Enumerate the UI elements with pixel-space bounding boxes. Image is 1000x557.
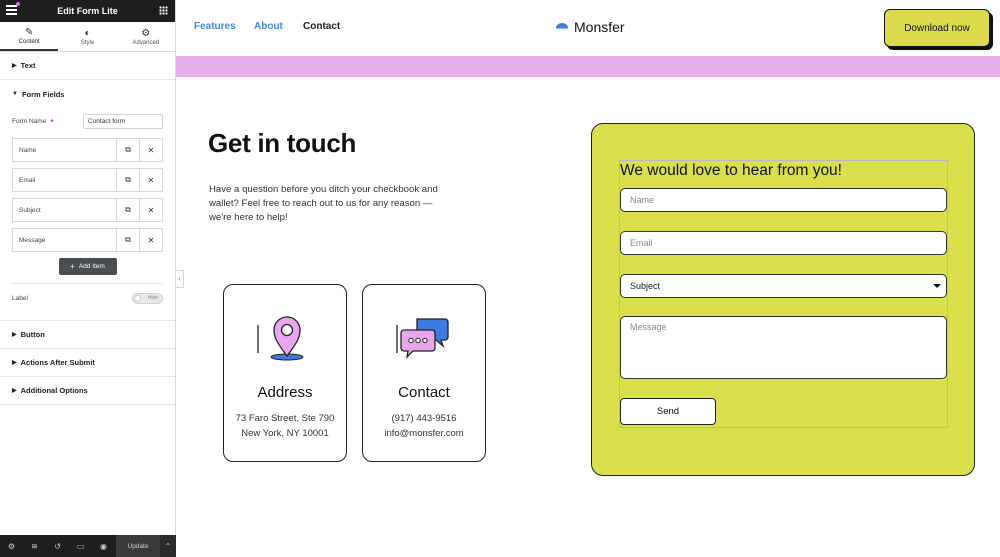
nav-link-about[interactable]: About <box>254 21 283 32</box>
collapse-panel-handle[interactable]: ‹ <box>176 270 184 288</box>
section-additional-options[interactable]: ▶ Additional Options <box>0 377 175 405</box>
form-name-row: Form Name ✦ Contact form <box>0 108 175 134</box>
chat-bubbles-icon <box>396 318 449 359</box>
section-additional-label: Additional Options <box>20 386 88 395</box>
page-title: Get in touch <box>208 128 357 158</box>
close-icon[interactable]: ✕ <box>139 139 162 161</box>
label-row: Label Hide <box>0 284 175 312</box>
site-navbar: Features About Contact Monsfer Download … <box>176 0 1000 56</box>
contrast-icon: ◐ <box>84 27 91 39</box>
editor-header: Edit Form Lite <box>0 0 175 22</box>
field-item-label: Subject <box>19 206 41 214</box>
section-form-fields[interactable]: ▼ Form Fields <box>0 80 175 108</box>
duplicate-icon[interactable]: ⧉ <box>116 199 139 221</box>
send-button[interactable]: Send <box>620 398 716 425</box>
tab-content-label: Content <box>18 38 40 45</box>
ai-sparkle-icon[interactable]: ✦ <box>49 118 54 125</box>
editor-panel: Edit Form Lite ✎ Content ◐ Style ⚙ Advan… <box>0 0 176 557</box>
hero-description: Have a question before you ditch your ch… <box>209 184 438 223</box>
form-title: We would love to hear from you! <box>620 162 842 179</box>
form-name-label: Form Name ✦ <box>12 117 83 125</box>
layers-icon[interactable]: ≋ <box>23 535 46 557</box>
field-item-name[interactable]: Name ⧉ ✕ <box>12 138 163 162</box>
section-actions-after-submit[interactable]: ▶ Actions After Submit <box>0 349 175 377</box>
widgets-grid-icon[interactable] <box>159 6 168 15</box>
section-button[interactable]: ▶ Button <box>0 321 175 349</box>
history-icon[interactable]: ↺ <box>46 535 69 557</box>
plus-icon: + <box>70 262 75 271</box>
responsive-icon[interactable]: ▭ <box>69 535 92 557</box>
close-icon[interactable]: ✕ <box>139 199 162 221</box>
caret-down-icon: ▼ <box>12 91 18 97</box>
contact-email[interactable]: info@monsfer.com <box>363 428 485 439</box>
add-item-button[interactable]: + Add Item <box>58 258 117 275</box>
toggle-knob <box>134 294 141 302</box>
hamburger-menu-icon[interactable] <box>6 5 17 17</box>
map-pin-icon <box>257 316 304 361</box>
chevron-down-icon <box>933 284 941 288</box>
address-line-1: 73 Faro Street, Ste 790 <box>235 413 335 424</box>
section-actions-label: Actions After Submit <box>20 358 95 367</box>
section-button-label: Button <box>20 330 45 339</box>
subject-select[interactable]: Subject <box>620 274 947 298</box>
gear-icon: ⚙ <box>141 27 151 39</box>
brand-logo[interactable]: Monsfer <box>555 19 625 35</box>
section-text[interactable]: ▶ Text <box>0 52 175 80</box>
tab-advanced[interactable]: ⚙ Advanced <box>117 22 175 51</box>
add-item-label: Add Item <box>78 263 105 270</box>
brand-name: Monsfer <box>574 19 625 35</box>
tab-content[interactable]: ✎ Content <box>0 22 59 51</box>
contact-card: Contact (917) 443-9516 info@monsfer.com <box>362 284 486 462</box>
caret-right-icon: ▶ <box>12 63 17 69</box>
address-card: Address 73 Faro Street, Ste 790 New York… <box>223 284 347 462</box>
caret-right-icon: ▶ <box>12 332 17 338</box>
label-toggle-text: Hide <box>147 295 158 301</box>
section-form-fields-label: Form Fields <box>21 89 65 99</box>
accent-stripe <box>176 56 1000 77</box>
monsfer-logo-icon <box>556 23 568 31</box>
preview-eye-icon[interactable]: ◉ <box>92 535 115 557</box>
field-item-label: Name <box>19 146 37 154</box>
address-card-title: Address <box>257 384 313 401</box>
duplicate-icon[interactable]: ⧉ <box>116 169 139 191</box>
duplicate-icon[interactable]: ⧉ <box>116 139 139 161</box>
editor-footer: ⚙ ≋ ↺ ▭ ◉ Update ⌃ <box>0 535 176 557</box>
tab-advanced-label: Advanced <box>132 39 160 46</box>
close-icon[interactable]: ✕ <box>139 229 162 251</box>
section-text-label: Text <box>20 61 36 70</box>
chevron-up-icon[interactable]: ⌃ <box>160 535 176 557</box>
address-line-2: New York, NY 10001 <box>241 428 329 439</box>
message-textarea[interactable]: Message <box>620 316 947 379</box>
field-item-message[interactable]: Message ⧉ ✕ <box>12 228 163 252</box>
pencil-icon: ✎ <box>24 26 34 38</box>
contact-phone[interactable]: (917) 443-9516 <box>363 413 485 424</box>
notification-dot-icon <box>16 2 20 6</box>
email-input[interactable]: Email <box>620 231 947 255</box>
editor-tabs: ✎ Content ◐ Style ⚙ Advanced <box>0 22 175 52</box>
caret-right-icon: ▶ <box>12 388 17 394</box>
label-setting-label: Label <box>12 294 28 302</box>
field-item-email[interactable]: Email ⧉ ✕ <box>12 168 163 192</box>
duplicate-icon[interactable]: ⧉ <box>116 229 139 251</box>
download-now-button[interactable]: Download now <box>884 9 990 47</box>
tab-style-label: Style <box>80 39 95 46</box>
field-item-label: Email <box>19 176 36 184</box>
nav-link-features[interactable]: Features <box>194 21 236 32</box>
field-item-label: Message <box>19 236 46 244</box>
nav-link-contact[interactable]: Contact <box>303 21 340 32</box>
name-input[interactable]: Name <box>620 188 947 212</box>
subject-select-value: Subject <box>630 281 661 291</box>
caret-right-icon: ▶ <box>12 360 17 366</box>
label-toggle[interactable]: Hide <box>132 292 163 304</box>
tab-style[interactable]: ◐ Style <box>58 22 116 51</box>
editor-title: Edit Form Lite <box>57 6 118 16</box>
field-item-subject[interactable]: Subject ⧉ ✕ <box>12 198 163 222</box>
contact-card-title: Contact <box>398 384 450 401</box>
settings-icon[interactable]: ⚙ <box>0 535 23 557</box>
update-button[interactable]: Update <box>116 535 160 557</box>
form-name-label-text: Form Name <box>12 118 47 125</box>
close-icon[interactable]: ✕ <box>139 169 162 191</box>
form-name-input[interactable]: Contact form <box>83 113 163 129</box>
